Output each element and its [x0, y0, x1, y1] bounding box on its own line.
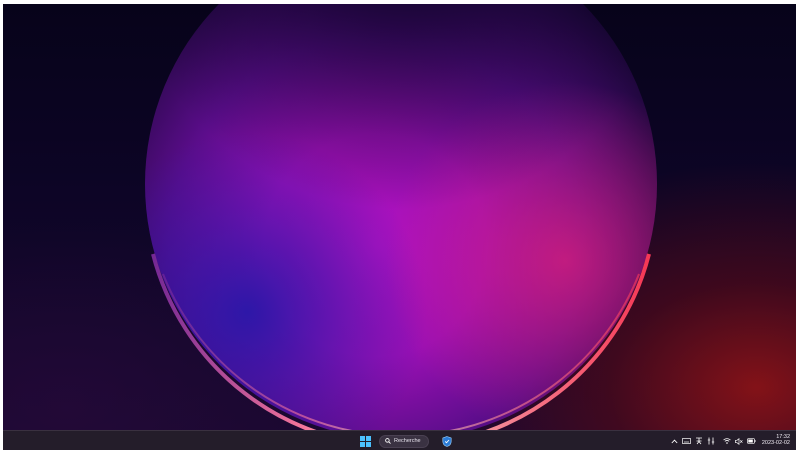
- wallpaper-bloom-graphic: [145, 4, 657, 430]
- taskbar-search-box[interactable]: Recherche: [379, 434, 429, 448]
- chevron-up-icon: [671, 439, 678, 443]
- tray-keyboard-button[interactable]: [681, 434, 693, 448]
- clock-date: 2023-02-02: [761, 440, 790, 446]
- windows-logo-icon: [359, 435, 371, 447]
- input-method-icon: [695, 437, 702, 445]
- taskbar-clock[interactable]: 17:32 2023-02-02: [761, 434, 790, 447]
- search-label: Recherche: [394, 438, 421, 444]
- wifi-icon: [723, 438, 731, 444]
- keyboard-icon: [682, 438, 692, 444]
- quick-settings-button[interactable]: [723, 437, 756, 445]
- tray-input-method-button[interactable]: [693, 434, 705, 448]
- taskbar-app-security[interactable]: [439, 433, 455, 449]
- search-icon: [385, 438, 391, 444]
- system-tray: 17:32 2023-02-02: [669, 432, 790, 450]
- desktop-wallpaper: [3, 4, 796, 430]
- taskbar-center: Recherche: [357, 433, 455, 449]
- volume-muted-icon: [735, 437, 743, 445]
- battery-icon: [747, 438, 756, 444]
- taskbar: Recherche 17:32 2023-02-02: [3, 430, 796, 450]
- desktop-screen: Recherche 17:32 2023-02-02: [3, 4, 796, 450]
- shield-icon: [442, 435, 452, 447]
- start-button[interactable]: [357, 433, 373, 449]
- tray-pen-menu-button[interactable]: [705, 434, 717, 448]
- pen-menu-icon: [707, 437, 715, 445]
- tray-overflow-button[interactable]: [669, 434, 681, 448]
